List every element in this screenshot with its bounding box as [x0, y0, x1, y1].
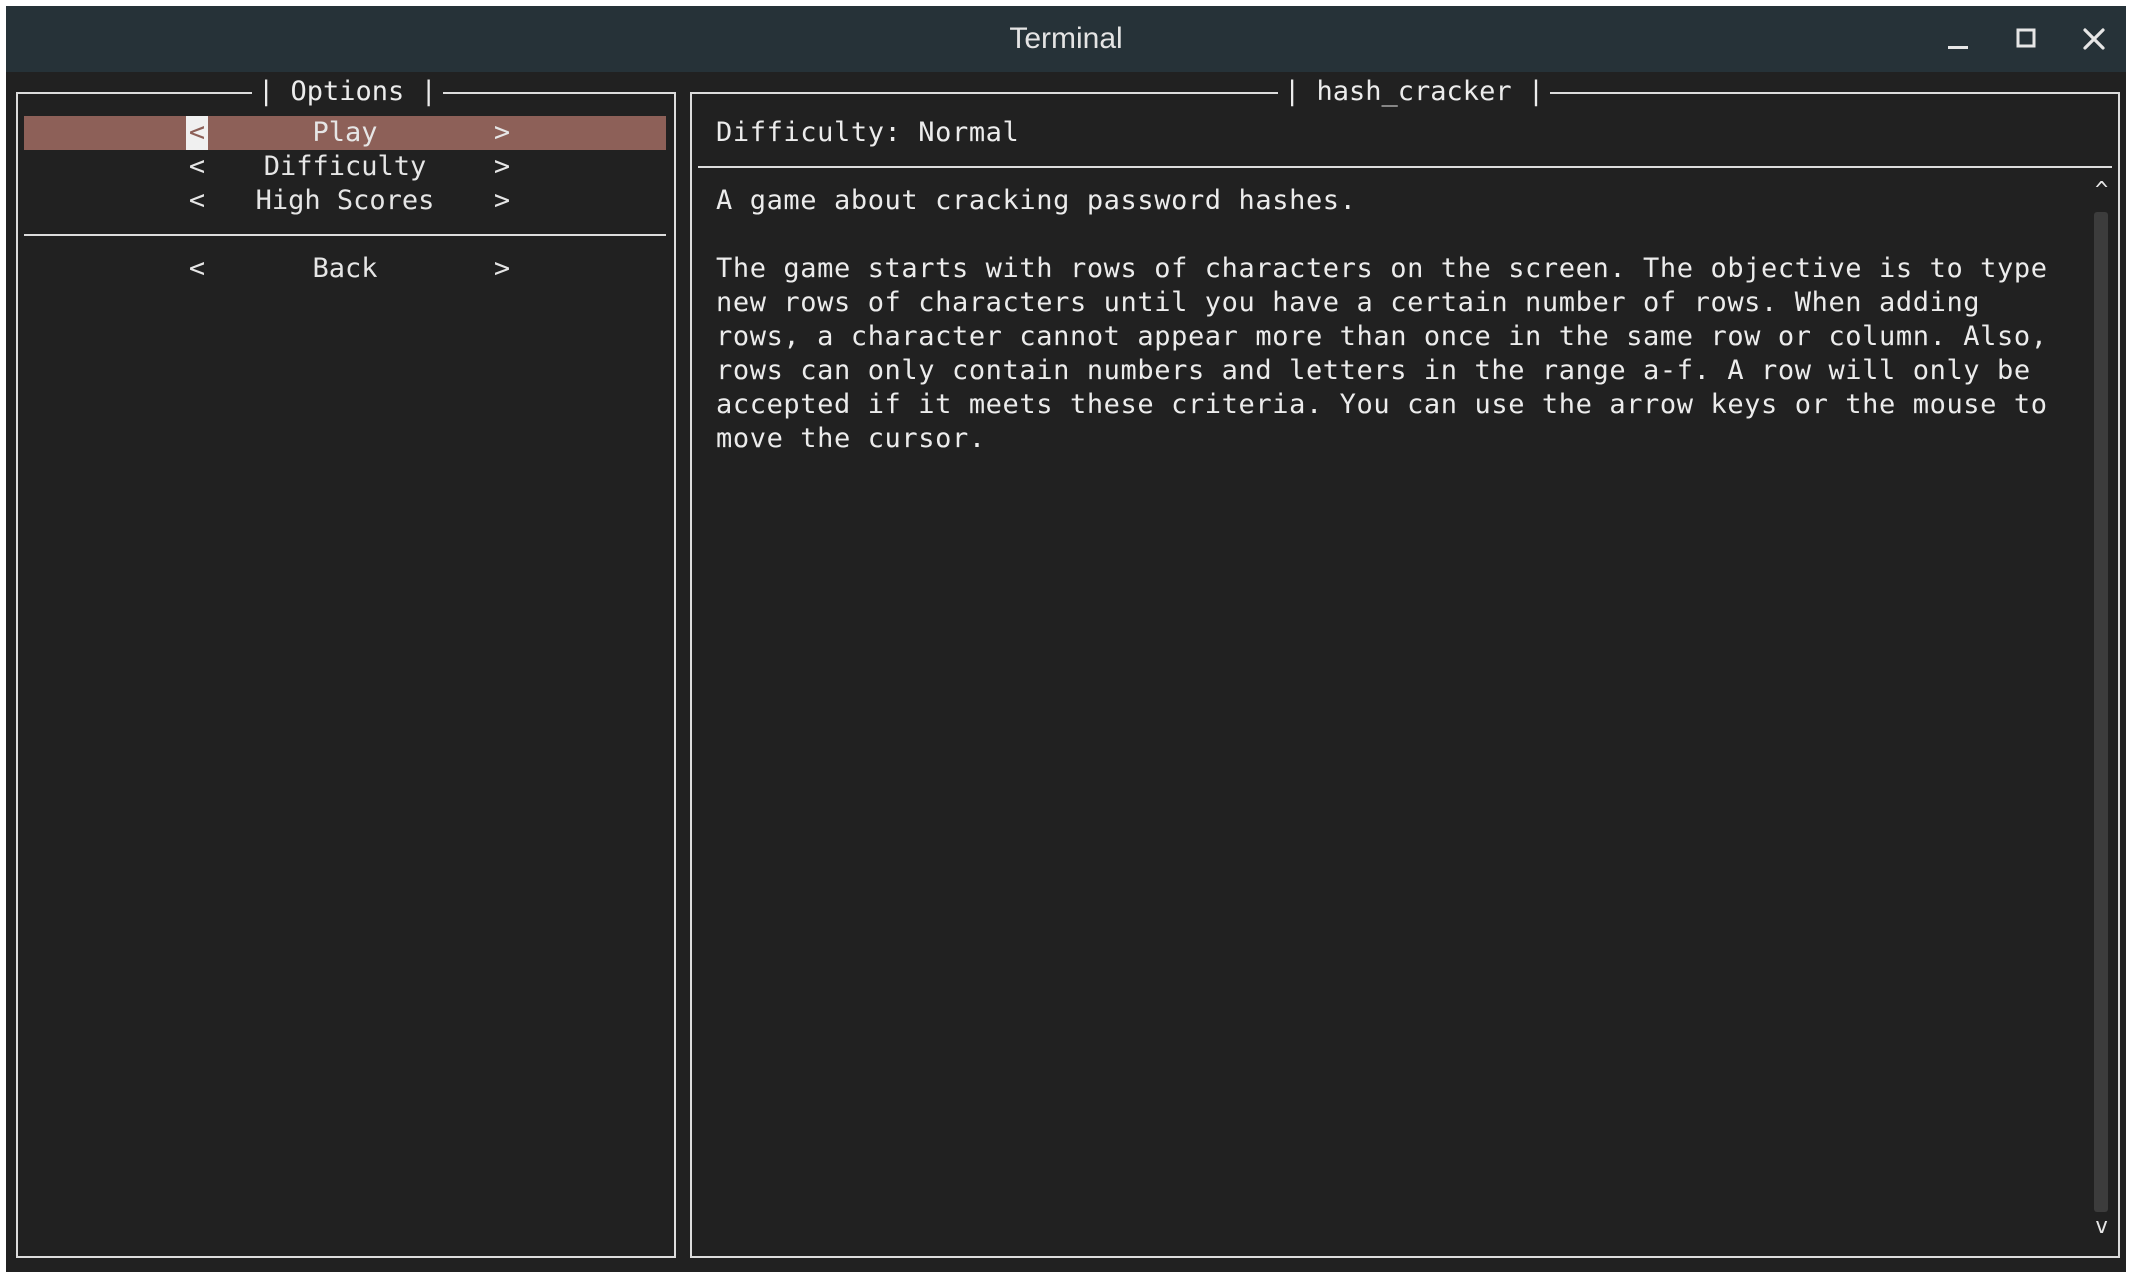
options-panel: | Options | Play < > Difficulty < > High… — [16, 74, 676, 1258]
chevron-right-icon[interactable]: > — [491, 184, 513, 218]
description-line: The game starts with rows of characters … — [716, 253, 2048, 284]
close-icon — [2083, 28, 2105, 50]
description-line: move the cursor. — [716, 423, 986, 454]
window-title: Terminal — [1009, 22, 1123, 55]
menu-item-difficulty[interactable]: Difficulty < > — [24, 150, 666, 184]
minimize-button[interactable] — [1940, 21, 1976, 57]
menu-item-label: High Scores — [255, 185, 435, 216]
maximize-icon — [2016, 28, 2036, 48]
scrollbar[interactable] — [2094, 212, 2108, 1212]
menu-item-label: Play — [312, 117, 378, 148]
chevron-right-icon[interactable]: > — [491, 252, 513, 286]
description-line: A game about cracking password hashes. — [716, 185, 1357, 216]
header-divider — [698, 166, 2112, 168]
chevron-left-icon[interactable]: < — [186, 116, 208, 150]
close-button[interactable] — [2076, 21, 2112, 57]
terminal-window: Terminal | Options | Play < > Difficulty — [6, 6, 2126, 1272]
game-panel-title: | hash_cracker | — [1278, 74, 1551, 110]
chevron-left-icon[interactable]: < — [186, 150, 208, 184]
menu-item-play[interactable]: Play < > — [24, 116, 666, 150]
scroll-up-arrow[interactable]: ^ — [2095, 178, 2108, 203]
chevron-right-icon[interactable]: > — [491, 150, 513, 184]
menu-divider — [24, 234, 666, 236]
menu-item-high-scores[interactable]: High Scores < > — [24, 184, 666, 218]
description-line: rows can only contain numbers and letter… — [716, 355, 2031, 386]
game-panel: | hash_cracker | Difficulty: Normal A ga… — [690, 74, 2120, 1258]
chevron-right-icon[interactable]: > — [491, 116, 513, 150]
description-line: rows, a character cannot appear more tha… — [716, 321, 2048, 352]
options-panel-title: | Options | — [252, 74, 443, 110]
title-bar[interactable]: Terminal — [6, 6, 2126, 72]
menu-item-back[interactable]: Back < > — [24, 252, 666, 286]
menu-item-label: Back — [312, 253, 378, 284]
scroll-down-arrow[interactable]: v — [2095, 1214, 2108, 1239]
chevron-left-icon[interactable]: < — [186, 184, 208, 218]
menu-item-label: Difficulty — [263, 151, 427, 182]
description-line: accepted if it meets these criteria. You… — [716, 389, 2048, 420]
maximize-button[interactable] — [2008, 21, 2044, 57]
description-line: new rows of characters until you have a … — [716, 287, 1981, 318]
difficulty-status: Difficulty: Normal — [716, 117, 1020, 148]
minimize-icon — [1948, 46, 1968, 49]
chevron-left-icon[interactable]: < — [186, 252, 208, 286]
